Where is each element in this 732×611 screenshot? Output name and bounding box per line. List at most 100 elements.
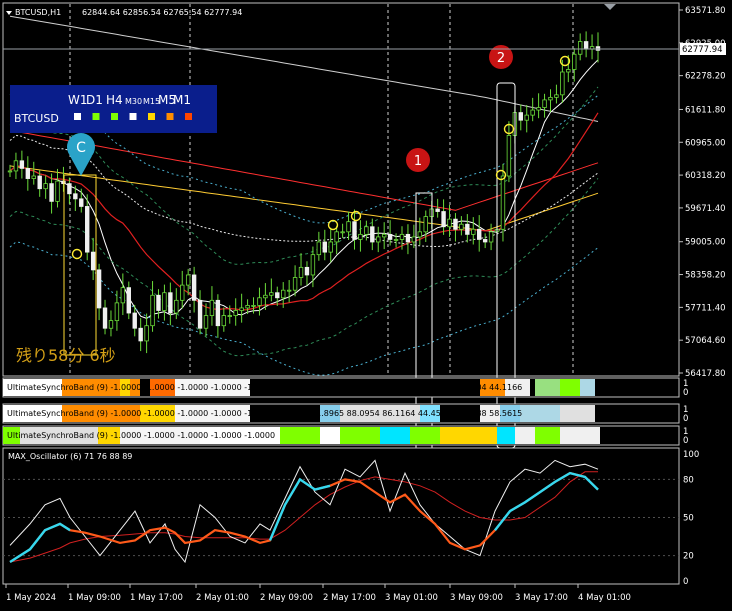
candle-body [239,307,244,311]
candle-body [263,294,268,299]
price-label: 60965.00 [685,138,726,148]
time-label: 1 May 17:00 [130,593,183,603]
candle-body [370,226,375,243]
candle-body [358,233,363,240]
candle-body [227,315,232,317]
candle-body [37,175,42,190]
candle-body [477,228,482,240]
price-label: 63571.80 [685,6,726,16]
candle-body [197,299,203,329]
candle-body [67,183,72,195]
tf-symbol: BTCUSD [14,112,59,125]
current-price-label: 62777.94 [682,45,723,55]
candle-body [257,297,262,306]
band-label-1: UltimateSynchroBand (9) -1.0000 -1.0000 … [7,409,522,418]
candle-body [132,312,137,329]
marker-1-label: 1 [414,154,422,169]
osc-axis-label: 20 [683,552,694,562]
chart-area: C 1 2 BTCUSD,H1 62844.64 62856.54 62765.54… [2,2,726,603]
candle-body [530,109,535,116]
oscillator-label: MAX_Oscillator (6) 71 76 88 89 [8,452,132,461]
band-seg [535,427,560,444]
candle-body [304,266,310,276]
time-label: 1 May 2024 [6,593,56,603]
candle-body [7,170,13,173]
band-seg [515,427,535,444]
tf-label-W1: W1 [68,93,88,107]
time-axis: 1 May 2024 1 May 09:00 1 May 17:00 2 May 01… [5,584,631,603]
candle-body [203,315,209,329]
price-label: 57711.40 [685,303,726,313]
tf-square-1 [92,113,100,120]
candle-body [381,233,387,238]
time-label: 3 May 09:00 [450,593,503,603]
band-seg [535,379,560,396]
symbol-timeframe: BTCUSD,H1 [15,8,61,17]
candle-body [352,221,357,240]
candle-body [275,292,280,299]
band-seg [410,427,440,444]
candle-body [518,112,523,121]
band-axis-0: 0 [683,388,688,398]
candle-body [560,71,565,96]
candle-body [387,233,393,240]
candle-body [114,302,120,322]
osc-axis-label: 80 [683,475,694,485]
marker-c-label: C [76,140,86,156]
candle-body [138,327,143,342]
candle-body [251,305,256,307]
candle-body [566,69,571,73]
band-seg [560,427,600,444]
candle-body [423,216,428,233]
candle-body [465,223,470,235]
candle-body [316,241,322,256]
price-label: 62278.20 [685,72,726,82]
candle-body [13,160,19,172]
price-label: 57064.60 [685,336,726,346]
band-seg [560,405,595,422]
marker-2-label: 2 [497,51,505,66]
candle-body [453,218,458,230]
candle-body [548,96,553,101]
candle-body [298,266,304,278]
candle-body [108,320,114,329]
band-seg [340,427,380,444]
candle-body [524,114,529,121]
candle-body [191,274,197,301]
candle-body [583,41,589,50]
tf-square-5 [166,113,174,120]
candle-body [310,254,316,276]
band-label-0: UltimateSynchroBand (9) -1.0000 -1.0000 … [7,383,522,392]
tf-label-M1: M1 [173,93,191,107]
band-axis-0: 0 [683,414,688,424]
candle-body [364,226,369,235]
tf-square-2 [111,113,118,120]
candle-body [572,53,577,70]
price-label: 59005.00 [685,238,726,248]
time-label: 2 May 09:00 [260,593,313,603]
price-label: 56417.80 [685,369,726,379]
candle-body [90,251,96,271]
ohlc-values: 62844.64 62856.54 62765.54 62777.94 [82,8,242,17]
candle-body [405,233,411,243]
candle-body [411,236,417,243]
price-label: 58358.20 [685,271,726,281]
candle-body [340,231,345,234]
time-label: 3 May 01:00 [385,593,438,603]
candle-body [144,325,149,342]
band-seg [580,379,595,396]
candle-body [488,231,494,243]
candle-body [96,269,102,309]
candle-body [73,193,78,200]
candle-body [292,277,298,291]
candle-body [506,135,512,177]
candle-body [346,221,351,233]
candle-body [61,180,66,185]
candle-body [49,183,54,202]
countdown-timer: 残り58分 6秒 [16,346,116,365]
candle-body [441,211,446,228]
synchro-bands: UltimateSynchroBand (9) -1.0000 -1.0000 … [2,377,688,446]
candle-body [447,218,452,228]
candle-body [156,294,161,311]
candle-body [31,175,36,179]
